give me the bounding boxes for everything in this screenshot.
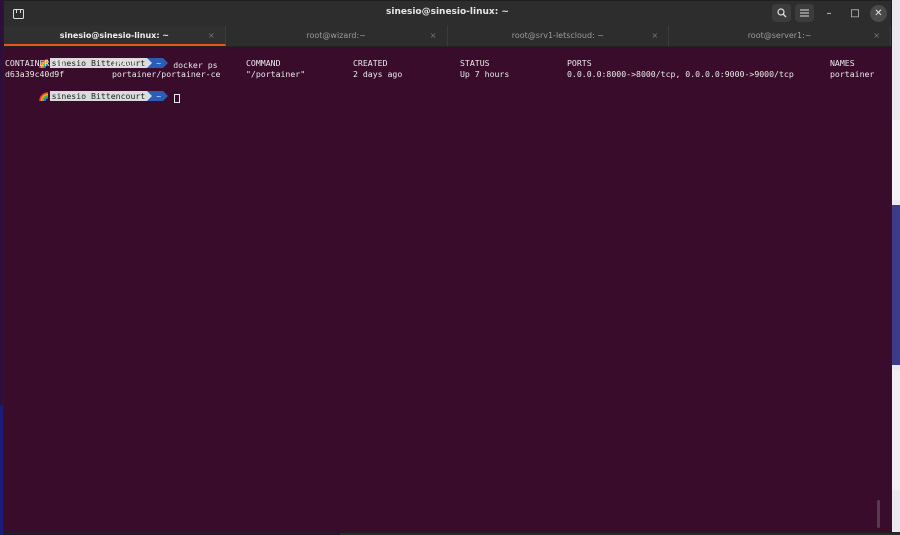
tab-label: root@wizard:~: [306, 31, 366, 40]
table-row: d63a39c40d9f portainer/portainer-ce "/po…: [5, 69, 881, 80]
header-status: STATUS: [460, 58, 490, 68]
header-image: IMAGE: [112, 58, 137, 68]
prompt-line: sinesio Bittencourt ~: [5, 80, 881, 103]
powerline-separator-icon: [163, 91, 169, 101]
terminal-output[interactable]: sinesio Bittencourt ~ docker ps CONTAINE…: [4, 47, 881, 532]
prompt-user: sinesio Bittencourt: [49, 91, 148, 101]
header-command: COMMAND: [246, 58, 281, 68]
cell-command: "/portainer": [246, 69, 306, 79]
cell-created: 2 days ago: [353, 69, 403, 79]
prompt-path: ~: [152, 91, 164, 101]
minimize-button[interactable]: –: [818, 4, 840, 22]
tab-close-icon[interactable]: ×: [430, 26, 437, 46]
tab-srv1-letscloud[interactable]: root@srv1-letscloud: ~ ×: [448, 26, 670, 46]
tab-close-icon[interactable]: ×: [652, 26, 659, 46]
cell-names: portainer: [830, 69, 875, 79]
new-tab-icon[interactable]: [9, 5, 27, 22]
tab-server1[interactable]: root@server1:~ ×: [669, 26, 891, 46]
header-names: NAMES: [830, 58, 855, 68]
title-bar[interactable]: sinesio@sinesio-linux: ~ – □ ✕: [4, 1, 891, 26]
scrollbar[interactable]: [877, 500, 880, 528]
cell-image: portainer/portainer-ce: [112, 69, 221, 79]
tab-label: root@server1:~: [747, 31, 812, 40]
desktop-window-edge: [892, 120, 900, 200]
terminal-window: sinesio@sinesio-linux: ~ – □ ✕ sinesio@s…: [3, 0, 892, 533]
search-icon[interactable]: [772, 4, 791, 22]
cell-container-id: d63a39c40d9f: [5, 69, 65, 79]
prompt-line: sinesio Bittencourt ~ docker ps: [5, 47, 881, 70]
hamburger-menu-icon[interactable]: [795, 4, 814, 22]
prompt: sinesio Bittencourt ~: [35, 91, 169, 101]
tab-close-icon[interactable]: ×: [208, 26, 215, 46]
text-cursor: [174, 93, 181, 103]
tab-label: root@srv1-letscloud: ~: [511, 31, 604, 40]
window-title: sinesio@sinesio-linux: ~: [386, 7, 509, 17]
tab-close-icon[interactable]: ×: [873, 26, 880, 46]
header-created: CREATED: [353, 58, 388, 68]
cell-status: Up 7 hours: [460, 69, 510, 79]
desktop-window-edge: [892, 370, 900, 490]
tab-bar: sinesio@sinesio-linux: ~ × root@wizard:~…: [4, 26, 891, 47]
rainbow-icon: [38, 91, 48, 101]
tab-sinesio-linux[interactable]: sinesio@sinesio-linux: ~ ×: [4, 26, 226, 46]
close-button[interactable]: ✕: [870, 4, 887, 22]
tab-wizard[interactable]: root@wizard:~ ×: [226, 26, 448, 46]
tab-label: sinesio@sinesio-linux: ~: [59, 31, 170, 40]
maximize-button[interactable]: □: [844, 4, 866, 22]
cell-ports: 0.0.0.0:8000->8000/tcp, 0.0.0.0:9000->90…: [567, 69, 794, 79]
desktop-window-edge: [892, 205, 900, 365]
header-container-id: CONTAINER ID: [5, 58, 65, 68]
table-header: CONTAINER ID IMAGE COMMAND CREATED STATU…: [5, 58, 881, 69]
header-ports: PORTS: [567, 58, 592, 68]
